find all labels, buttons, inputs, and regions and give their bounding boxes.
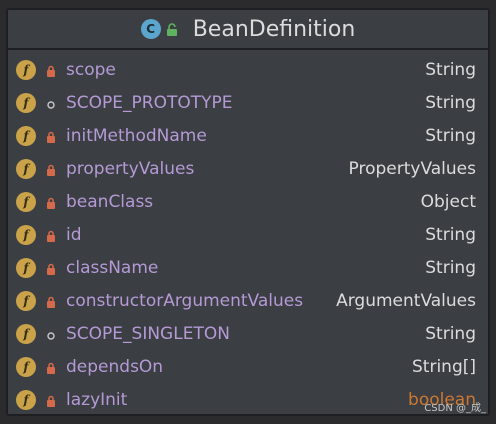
lock-icon: [44, 129, 58, 143]
field-icon: f: [16, 192, 36, 212]
field-icon: f: [16, 126, 36, 146]
field-row[interactable]: f scope String: [8, 54, 488, 87]
class-icon: C: [140, 19, 161, 39]
lock-icon: [44, 228, 58, 242]
field-name: initMethodName: [66, 126, 207, 146]
field-icon: f: [16, 258, 36, 278]
field-type: Object: [420, 192, 476, 212]
field-row[interactable]: f className String: [8, 252, 488, 285]
class-header[interactable]: C BeanDefinition: [8, 10, 488, 48]
field-name: propertyValues: [66, 159, 195, 179]
field-name: SCOPE_SINGLETON: [66, 324, 230, 344]
field-list: f scope String f SCOPE_PROTOTYPE String f initM…: [8, 54, 488, 414]
field-type: String: [425, 225, 476, 245]
field-icon: f: [16, 159, 36, 179]
lock-icon: [44, 63, 58, 77]
class-node[interactable]: C BeanDefinition f scope String f SCOPE_PROT…: [6, 8, 490, 416]
unlock-icon: [165, 22, 179, 36]
field-icon: f: [16, 324, 36, 344]
field-row[interactable]: f id String: [8, 219, 488, 252]
field-row[interactable]: f SCOPE_PROTOTYPE String: [8, 87, 488, 120]
field-row[interactable]: f dependsOn String[]: [8, 351, 488, 384]
package-visibility-icon: [44, 327, 58, 341]
field-name: beanClass: [66, 192, 154, 212]
lock-icon: [44, 195, 58, 209]
field-row[interactable]: f SCOPE_SINGLETON String: [8, 318, 488, 351]
field-name: dependsOn: [66, 357, 164, 377]
field-row[interactable]: f initMethodName String: [8, 120, 488, 153]
field-type: String: [425, 324, 476, 344]
field-name: constructorArgumentValues: [66, 291, 304, 311]
watermark: CSDN @_成_: [424, 403, 486, 414]
field-type: String: [425, 60, 476, 80]
field-name: scope: [66, 60, 116, 80]
field-icon: f: [16, 225, 36, 245]
field-name: SCOPE_PROTOTYPE: [66, 93, 233, 113]
class-title: BeanDefinition: [192, 16, 356, 42]
lock-icon: [44, 393, 58, 407]
field-icon: f: [16, 357, 36, 377]
field-type: String: [425, 126, 476, 146]
field-name: id: [66, 225, 82, 245]
field-type: String: [425, 258, 476, 278]
field-icon: f: [16, 93, 36, 113]
field-row[interactable]: f lazyInit boolean: [8, 384, 488, 414]
field-row[interactable]: f constructorArgumentValues ArgumentValues: [8, 285, 488, 318]
field-icon: f: [16, 390, 36, 410]
header-divider: [8, 48, 488, 50]
field-name: lazyInit: [66, 390, 128, 410]
lock-icon: [44, 360, 58, 374]
field-row[interactable]: f beanClass Object: [8, 186, 488, 219]
field-icon: f: [16, 60, 36, 80]
diagram-canvas: C BeanDefinition f scope String f SCOPE_PROT…: [0, 0, 496, 424]
field-type: ArgumentValues: [336, 291, 476, 311]
field-icon: f: [16, 291, 36, 311]
lock-icon: [44, 261, 58, 275]
field-row[interactable]: f propertyValues PropertyValues: [8, 153, 488, 186]
field-type: String: [425, 93, 476, 113]
field-name: className: [66, 258, 159, 278]
package-visibility-icon: [44, 96, 58, 110]
lock-icon: [44, 294, 58, 308]
lock-icon: [44, 162, 58, 176]
field-type: PropertyValues: [348, 159, 476, 179]
field-type: String[]: [412, 357, 476, 377]
